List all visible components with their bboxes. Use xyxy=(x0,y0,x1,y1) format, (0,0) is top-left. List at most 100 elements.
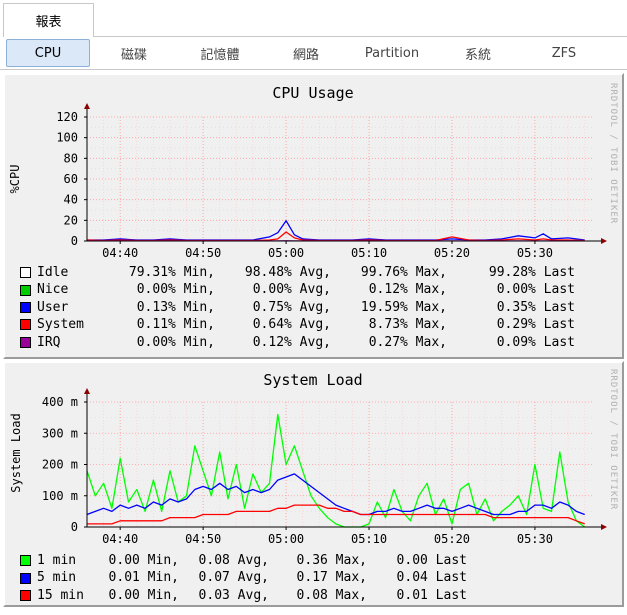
legend-min: 0.00% Min, xyxy=(136,282,215,298)
x-tick-label: 04:40 xyxy=(102,246,138,260)
chart-title: CPU Usage xyxy=(272,84,353,102)
legend-row: Idle 79.31% Min, 98.48% Avg, 99.76% Max, 99.… xyxy=(20,264,575,281)
y-tick-label: 100 m xyxy=(42,489,78,503)
legend-avg: 0.03 Avg, xyxy=(198,587,269,603)
subtab-cpu[interactable]: CPU xyxy=(6,39,90,67)
top-tab-bar: 報表 xyxy=(0,0,627,38)
subtab-disk[interactable]: 磁碟 xyxy=(92,39,176,67)
x-tick-label: 05:20 xyxy=(434,246,470,260)
subtab-memory[interactable]: 記憶體 xyxy=(178,39,262,67)
legend-last: 0.09% Last xyxy=(496,334,575,350)
subtab-system[interactable]: 系統 xyxy=(436,39,520,67)
tab-reports[interactable]: 報表 xyxy=(3,3,94,37)
legend-name: Idle xyxy=(37,265,69,280)
legend-swatch xyxy=(20,284,31,296)
system-load-graph: System Load System Load RRDTOOL / TOBI O… xyxy=(3,361,624,607)
legend-row: 15 min 0.00 Min, 0.03 Avg, 0.08 Max, 0.01 La… xyxy=(20,587,467,604)
legend-max: 99.76% Max, xyxy=(360,265,447,280)
legend-avg: 0.08 Avg, xyxy=(198,553,269,568)
legend-last: 0.04 Last xyxy=(396,570,467,586)
x-tick-label: 05:00 xyxy=(268,246,304,260)
legend-row: IRQ 0.00% Min, 0.12% Avg, 0.27% Max, 0.09% L… xyxy=(20,334,575,351)
legend-row: 1 min 0.00 Min, 0.08 Avg, 0.36 Max, 0.00 Las… xyxy=(20,552,467,569)
legend-row: Nice 0.00% Min, 0.00% Avg, 0.12% Max, 0.00% … xyxy=(20,281,575,298)
tab-bar-divider xyxy=(94,36,627,37)
y-axis-label: %CPU xyxy=(8,165,22,194)
x-axis-arrow xyxy=(601,524,607,530)
cpu-usage-graph: CPU Usage %CPU RRDTOOL / TOBI OETIKER 0 2… xyxy=(3,73,624,359)
x-tick-label: 04:50 xyxy=(185,246,221,260)
y-tick-label: 60 xyxy=(64,172,78,186)
legend-last: 0.00 Last xyxy=(396,553,467,568)
y-axis-label: System Load xyxy=(9,413,23,492)
y-tick-label: 80 xyxy=(64,151,78,165)
y-tick-label: 400 m xyxy=(42,395,78,409)
rrdtool-watermark: RRDTOOL / TOBI OETIKER xyxy=(608,83,618,224)
y-tick-label: 200 m xyxy=(42,458,78,472)
legend-row: 5 min 0.01 Min, 0.07 Avg, 0.17 Max, 0.04 Las… xyxy=(20,569,467,586)
legend-name: 1 min xyxy=(37,553,77,568)
x-tick-label: 05:00 xyxy=(268,532,304,546)
legend-min: 0.00% Min, xyxy=(136,334,215,350)
legend-max: 8.73% Max, xyxy=(368,317,447,333)
legend-swatch xyxy=(20,319,31,331)
subtab-zfs[interactable]: ZFS xyxy=(522,39,606,67)
legend-avg: 98.48% Avg, xyxy=(244,265,331,280)
legend-swatch xyxy=(20,555,31,567)
x-tick-label: 05:30 xyxy=(517,532,553,546)
legend-avg: 0.00% Avg, xyxy=(252,282,331,298)
cpu-legend: Idle 79.31% Min, 98.48% Avg, 99.76% Max, 99.… xyxy=(20,264,575,351)
legend-min: 0.00 Min, xyxy=(108,553,179,568)
legend-min: 0.01 Min, xyxy=(108,570,179,586)
y-tick-label: 40 xyxy=(64,193,78,207)
legend-last: 0.29% Last xyxy=(496,317,575,333)
legend-min: 79.31% Min, xyxy=(128,265,215,280)
y-tick-label: 300 m xyxy=(42,426,78,440)
legend-min: 0.13% Min, xyxy=(136,299,215,315)
legend-last: 0.00% Last xyxy=(496,282,575,298)
legend-avg: 0.75% Avg, xyxy=(252,299,331,315)
y-axis-arrow xyxy=(84,103,90,109)
chart-title: System Load xyxy=(263,371,362,389)
x-tick-label: 05:10 xyxy=(351,246,387,260)
legend-min: 0.00 Min, xyxy=(108,587,179,603)
legend-swatch xyxy=(20,301,31,313)
y-tick-label: 20 xyxy=(64,213,78,227)
legend-swatch xyxy=(20,336,31,348)
x-tick-label: 05:20 xyxy=(434,532,470,546)
subtab-network[interactable]: 網路 xyxy=(264,39,348,67)
subtab-partition[interactable]: Partition xyxy=(350,39,434,67)
y-tick-label: 0 xyxy=(71,520,78,534)
x-tick-label: 04:50 xyxy=(185,532,221,546)
y-tick-label: 120 xyxy=(56,110,78,124)
legend-avg: 0.07 Avg, xyxy=(198,570,269,586)
y-axis-arrow xyxy=(84,388,90,394)
y-tick-label: 0 xyxy=(71,234,78,248)
legend-swatch xyxy=(20,572,31,584)
legend-last: 99.28% Last xyxy=(488,265,575,280)
x-axis-arrow xyxy=(601,238,607,244)
legend-name: User xyxy=(37,299,69,315)
report-category-nav: CPU 磁碟 記憶體 網路 Partition 系統 ZFS xyxy=(0,38,627,70)
legend-name: IRQ xyxy=(37,334,61,350)
subnav-divider xyxy=(0,69,627,70)
legend-last: 0.01 Last xyxy=(396,587,467,603)
legend-avg: 0.12% Avg, xyxy=(252,334,331,350)
legend-max: 0.12% Max, xyxy=(368,282,447,298)
legend-max: 19.59% Max, xyxy=(360,299,447,315)
legend-name: Nice xyxy=(37,282,69,298)
legend-swatch xyxy=(20,589,31,601)
legend-max: 0.08 Max, xyxy=(296,587,367,603)
legend-row: System 0.11% Min, 0.64% Avg, 8.73% Max, 0.29… xyxy=(20,316,575,333)
legend-last: 0.35% Last xyxy=(496,299,575,315)
rrdtool-watermark: RRDTOOL / TOBI OETIKER xyxy=(608,369,618,510)
y-tick-label: 100 xyxy=(56,131,78,145)
legend-name: 15 min xyxy=(37,587,84,603)
legend-max: 0.36 Max, xyxy=(296,553,367,568)
x-tick-label: 04:40 xyxy=(102,532,138,546)
legend-min: 0.11% Min, xyxy=(136,317,215,333)
legend-name: System xyxy=(37,317,84,333)
legend-name: 5 min xyxy=(37,570,77,586)
x-tick-label: 05:30 xyxy=(517,246,553,260)
legend-max: 0.17 Max, xyxy=(296,570,367,586)
